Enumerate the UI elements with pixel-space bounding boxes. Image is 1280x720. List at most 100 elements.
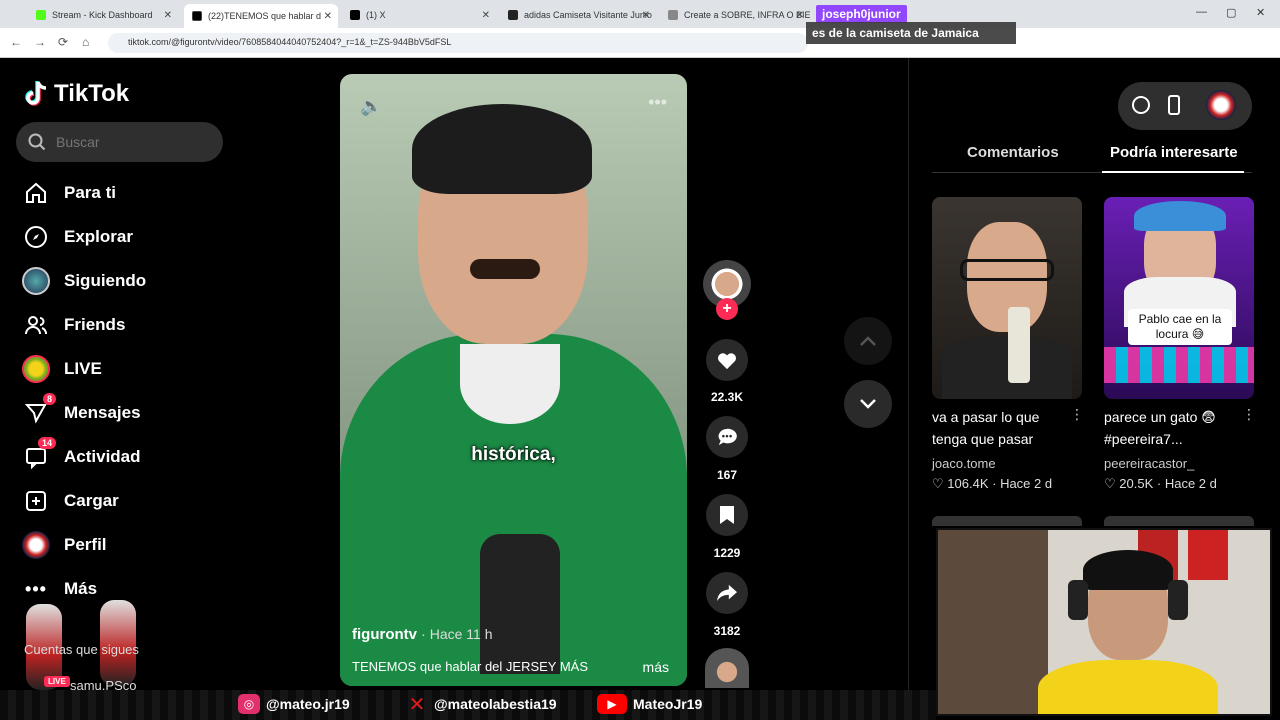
sidebar-item-label: Perfil	[64, 535, 107, 554]
social-handle: @mateo.jr19	[266, 696, 350, 712]
video-player[interactable]: 🔈 ••• histórica, figurontv · Hace 11 h T…	[340, 74, 687, 686]
webcam-shirt	[1038, 660, 1218, 714]
close-icon[interactable]: ✕	[324, 11, 332, 22]
volume-icon[interactable]: 🔈	[360, 96, 382, 117]
following-avatar-icon	[20, 267, 52, 295]
browser-tab-kick[interactable]: Stream - Kick Dashboard ✕	[28, 4, 178, 26]
tiktok-note-icon	[25, 81, 47, 106]
window-close-icon[interactable]: ✕	[1256, 6, 1265, 19]
reload-icon[interactable]: ⟳	[58, 35, 68, 49]
share-count: 3182	[713, 624, 741, 638]
activity-icon: 14	[20, 437, 56, 471]
url-field[interactable]: tiktok.com/@figurontv/video/760858404404…	[108, 33, 808, 53]
browser-tab-adidas[interactable]: adidas Camiseta Visitante Junio ✕	[500, 4, 656, 26]
x-icon: ✕	[408, 693, 426, 716]
suggested-video-thumbnail[interactable]	[932, 197, 1082, 399]
thumbnail-shirt	[942, 337, 1072, 399]
video-person-mustache	[470, 259, 540, 279]
social-x: ✕ @mateolabestia19	[406, 693, 557, 716]
tiktok-studio-icon[interactable]	[1132, 96, 1150, 114]
video-time: · Hace 11 h	[421, 626, 493, 642]
browser-tab-create[interactable]: Create a SOBRE, INFRA O BIEN ✕	[660, 4, 810, 26]
suggested-video-thumbnail[interactable]: Pablo cae en la locura 😅	[1104, 197, 1254, 399]
messages-icon: 8	[20, 393, 56, 427]
close-icon[interactable]: ✕	[482, 10, 490, 21]
close-icon[interactable]: ✕	[796, 10, 804, 21]
live-avatar-icon	[20, 355, 52, 383]
maximize-icon[interactable]: ▢	[1226, 6, 1236, 19]
next-card-thumbnail[interactable]	[932, 516, 1082, 526]
card-title[interactable]: va a pasar lo que tenga que pasar	[932, 406, 1062, 450]
comment-icon	[718, 428, 737, 446]
share-button[interactable]	[706, 572, 748, 614]
sidebar-item-label: Para ti	[64, 183, 116, 202]
card-title[interactable]: parece un gato 😨 #peereira7...	[1104, 406, 1234, 450]
card-author[interactable]: peereiracastor_	[1104, 456, 1194, 471]
sidebar-item-siguiendo[interactable]: Siguiendo	[20, 266, 146, 296]
profile-avatar[interactable]	[1206, 90, 1236, 120]
music-disc-avatar[interactable]	[705, 648, 749, 688]
tab-title: adidas Camiseta Visitante Junio	[524, 10, 652, 20]
search-input[interactable]	[56, 134, 206, 150]
sidebar-item-mensajes[interactable]: 8 Mensajes	[20, 393, 141, 428]
card-more-icon[interactable]: ⋮	[1242, 406, 1256, 423]
social-handle: MateoJr19	[633, 696, 703, 712]
back-icon[interactable]: ←	[10, 35, 22, 49]
minimize-icon[interactable]: —	[1196, 6, 1207, 18]
card-likes: 20.5K	[1119, 476, 1154, 491]
profile-avatar-icon	[20, 531, 52, 559]
tab-title: Create a SOBRE, INFRA O BIEN	[684, 10, 810, 20]
browser-tab-tiktok[interactable]: (22)TENEMOS que hablar d ✕	[184, 4, 338, 28]
tiktok-logo[interactable]: TikTok	[24, 80, 129, 108]
video-author[interactable]: figurontv	[352, 626, 417, 643]
home-icon[interactable]: ⌂	[82, 35, 89, 49]
chat-message: es de la camiseta de Jamaica	[806, 22, 1016, 44]
previous-video-button[interactable]	[844, 317, 892, 365]
webcam-hair	[1083, 550, 1173, 590]
tiktok-favicon-icon	[192, 11, 202, 21]
close-icon[interactable]: ✕	[642, 10, 650, 21]
bookmark-icon	[720, 506, 734, 524]
follow-plus-icon[interactable]: +	[716, 298, 738, 320]
forward-icon[interactable]: →	[34, 35, 46, 49]
logo-text: TikTok	[54, 80, 130, 107]
sidebar-item-friends[interactable]: Friends	[20, 310, 125, 340]
sidebar-item-explorar[interactable]: Explorar	[20, 222, 133, 252]
sidebar-item-para-ti[interactable]: Para ti	[20, 178, 116, 208]
browser-tab-bar: Stream - Kick Dashboard ✕ (22)TENEMOS qu…	[0, 0, 1280, 28]
headphones-icon	[1068, 580, 1088, 620]
save-button[interactable]	[706, 494, 748, 536]
browser-tab-x[interactable]: (1) X ✕	[342, 4, 496, 26]
sidebar-item-live[interactable]: LIVE	[20, 354, 102, 384]
comment-button[interactable]	[706, 416, 748, 458]
live-badge: LIVE	[44, 676, 70, 687]
next-video-button[interactable]	[844, 380, 892, 428]
next-card-thumbnail[interactable]	[1104, 516, 1254, 526]
sidebar-item-cargar[interactable]: Cargar	[20, 486, 119, 516]
tab-title: (1) X	[366, 10, 386, 20]
like-button[interactable]	[706, 339, 748, 381]
card-author[interactable]: joaco.tome	[932, 456, 996, 471]
top-actions-group	[1118, 82, 1252, 130]
close-icon[interactable]: ✕	[164, 10, 172, 21]
tab-comentarios[interactable]: Comentarios	[967, 144, 1059, 161]
video-more-icon[interactable]: •••	[648, 92, 667, 113]
activity-badge: 14	[37, 437, 56, 449]
tab-podria-interesarte[interactable]: Podría interesarte	[1110, 144, 1238, 161]
more-link[interactable]: más	[643, 659, 669, 675]
sidebar-item-label: LIVE	[64, 359, 102, 378]
video-author-line: figurontv · Hace 11 h	[352, 626, 493, 643]
sidebar-item-perfil[interactable]: Perfil	[20, 530, 107, 560]
browser-address-bar: ← → ⟳ ⌂ tiktok.com/@figurontv/video/7608…	[0, 28, 1280, 58]
chevron-up-icon	[860, 336, 876, 346]
overlay-text-cuentas: Cuentas que sigues	[24, 642, 139, 657]
cap-icon	[1134, 201, 1226, 231]
card-more-icon[interactable]: ⋮	[1070, 406, 1084, 423]
youtube-icon: ▶	[597, 694, 627, 714]
phone-icon[interactable]	[1168, 95, 1180, 115]
thumbnail-overlay-text: Pablo cae en la locura 😅	[1128, 309, 1232, 345]
sidebar-item-actividad[interactable]: 14 Actividad	[20, 437, 141, 472]
heart-outline-icon: ♡	[1104, 476, 1116, 491]
chevron-down-icon	[860, 399, 876, 409]
search-box[interactable]	[16, 122, 223, 162]
